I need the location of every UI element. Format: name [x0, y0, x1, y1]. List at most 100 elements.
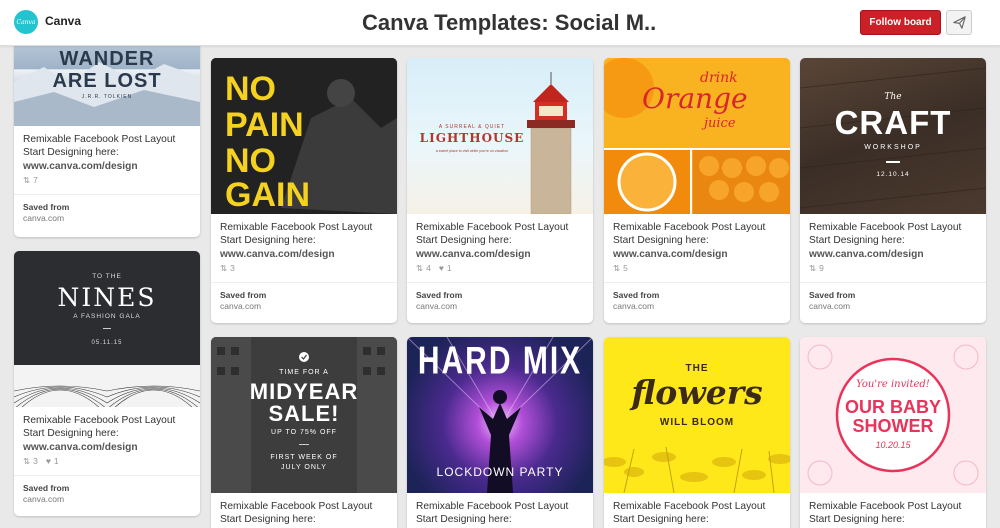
- pin-art-foot: JULY ONLY: [281, 464, 327, 471]
- paper-plane-icon: [952, 16, 966, 29]
- pin-source[interactable]: Saved from canva.com: [407, 281, 593, 321]
- pin-stats: ⇅ 3 ♥ 1: [14, 454, 200, 475]
- pin-description: Remixable Facebook Post Layout Start Des…: [800, 214, 986, 261]
- pin-art-sub: UP TO 75% OFF: [271, 429, 337, 436]
- repin-count: ⇅ 3: [220, 262, 235, 274]
- pin-card[interactable]: HARD MIX LOCKDOWN PARTY Remixable Facebo…: [407, 337, 593, 528]
- pin-art-line: OUR BABY: [844, 397, 941, 417]
- repin-icon: ⇅: [416, 262, 424, 273]
- repin-icon: ⇅: [809, 262, 817, 273]
- repin-count: ⇅ 7: [23, 174, 38, 186]
- saved-from-label: Saved from: [220, 289, 267, 300]
- pin-art-line: PAIN: [225, 106, 304, 144]
- pin-desc-line: Remixable Facebook Post Layout: [416, 501, 569, 512]
- pin-image[interactable]: NO PAIN NO GAIN: [211, 58, 397, 214]
- source-domain[interactable]: canva.com: [23, 213, 191, 224]
- pin-art-sub: A FASHION GALA: [73, 313, 141, 320]
- repin-icon: ⇅: [23, 174, 31, 185]
- pin-art-kicker: TIME FOR A: [279, 369, 329, 376]
- pin-card[interactable]: You're invited! OUR BABY SHOWER 10.20.15…: [800, 337, 986, 528]
- pin-card[interactable]: The CRAFT WORKSHOP 12.10.14 Remixable Fa…: [800, 58, 986, 323]
- pin-source[interactable]: Saved from canva.com: [14, 193, 200, 233]
- pin-art-line: juice: [704, 116, 736, 131]
- pin-image[interactable]: TIME FOR A MIDYEAR SALE! UP TO 75% OFF F…: [211, 337, 397, 493]
- heart-icon: ♥: [438, 263, 444, 274]
- saved-from-label: Saved from: [23, 201, 70, 212]
- pin-desc-line: Remixable Facebook Post Layout: [613, 501, 766, 512]
- pin-art-line: Orange: [642, 82, 748, 115]
- pin-source[interactable]: Saved from canva.com: [211, 281, 397, 321]
- pin-art-line: SALE!: [268, 401, 340, 426]
- source-domain[interactable]: canva.com: [613, 301, 781, 312]
- pin-stats: ⇅ 9: [800, 261, 986, 282]
- pin-desc-link[interactable]: www.canva.com/design: [23, 161, 138, 172]
- pin-desc-link[interactable]: www.canva.com/design: [23, 442, 138, 453]
- pin-image[interactable]: TO THE NINES A FASHION GALA 05.11.15: [14, 251, 200, 407]
- repin-icon: ⇅: [613, 262, 621, 273]
- pin-image[interactable]: HARD MIX LOCKDOWN PARTY: [407, 337, 593, 493]
- pin-image[interactable]: THE flowers WILL BLOOM: [604, 337, 790, 493]
- pin-card[interactable]: TIME FOR A MIDYEAR SALE! UP TO 75% OFF F…: [211, 337, 397, 528]
- pin-desc-line: Remixable Facebook Post Layout: [220, 222, 373, 233]
- source-domain[interactable]: canva.com: [23, 494, 191, 505]
- pin-description: Remixable Facebook Post Layout Start Des…: [407, 493, 593, 527]
- repin-count: ⇅ 5: [613, 262, 628, 274]
- pin-desc-link[interactable]: www.canva.com/design: [613, 249, 728, 260]
- pin-card[interactable]: THE flowers WILL BLOOM Remixable Faceboo…: [604, 337, 790, 528]
- pin-card[interactable]: WANDER ARE LOST J.R.R. TOLKIEN Remixable…: [14, 22, 200, 237]
- pin-desc-line: Start Designing here:: [220, 235, 316, 247]
- pin-art-kicker: The: [884, 92, 902, 102]
- pin-card[interactable]: A SURREAL & QUIET LIGHTHOUSE a sweet pla…: [407, 58, 593, 323]
- pin-desc-link[interactable]: www.canva.com/design: [416, 249, 531, 260]
- pin-description: Remixable Facebook Post Layout Start Des…: [211, 214, 397, 261]
- source-domain[interactable]: canva.com: [416, 301, 584, 312]
- board-title: Canva Templates: Social M..: [362, 10, 657, 35]
- pin-art-line: GAIN: [225, 176, 310, 214]
- pin-source[interactable]: Saved from canva.com: [800, 281, 986, 321]
- source-domain[interactable]: canva.com: [809, 301, 977, 312]
- pin-desc-line: Remixable Facebook Post Layout: [220, 501, 373, 512]
- pin-stats: ⇅ 4 ♥ 1: [407, 261, 593, 282]
- pin-desc-link[interactable]: www.canva.com/design: [220, 249, 335, 260]
- pin-art-date: 05.11.15: [91, 340, 123, 346]
- source-domain[interactable]: canva.com: [220, 301, 388, 312]
- pin-desc-line: Remixable Facebook Post Layout: [613, 222, 766, 233]
- pin-art-kicker: A SURREAL & QUIET: [438, 124, 506, 130]
- pin-source[interactable]: Saved from canva.com: [14, 474, 200, 514]
- follow-board-button[interactable]: Follow board: [860, 10, 941, 35]
- pin-desc-link[interactable]: www.canva.com/design: [809, 249, 924, 260]
- pin-desc-line: Start Designing here:: [416, 235, 512, 247]
- repin-count: ⇅ 4: [416, 262, 431, 274]
- pin-description: Remixable Facebook Post Layout Start Des…: [211, 493, 397, 527]
- pin-description: Remixable Facebook Post Layout Start Des…: [14, 407, 200, 454]
- pin-art-line: SHOWER: [852, 416, 934, 436]
- pin-desc-line: Start Designing here:: [809, 235, 905, 247]
- send-button[interactable]: [946, 10, 972, 35]
- pin-desc-line: Start Designing here:: [613, 514, 709, 526]
- pin-card[interactable]: NO PAIN NO GAIN Remixable Facebook Post …: [211, 58, 397, 323]
- pin-art-headline: CRAFT: [834, 104, 952, 141]
- pin-art-line: NO: [225, 142, 276, 180]
- saved-from-label: Saved from: [23, 482, 70, 493]
- pin-art-sub: WILL BLOOM: [659, 417, 735, 428]
- pin-card[interactable]: TO THE NINES A FASHION GALA 05.11.15 Rem…: [14, 251, 200, 516]
- pin-image[interactable]: You're invited! OUR BABY SHOWER 10.20.15: [800, 337, 986, 493]
- canva-logo[interactable]: Canva: [14, 10, 38, 34]
- pin-art-tag: a sweet place to visit while you're on v…: [435, 149, 509, 153]
- pin-art-date: 10.20.15: [875, 440, 911, 450]
- pin-description: Remixable Facebook Post Layout Start Des…: [604, 493, 790, 527]
- pin-art-line1: WANDER: [59, 48, 155, 70]
- like-count: ♥ 1: [45, 456, 59, 467]
- saved-from-label: Saved from: [809, 289, 856, 300]
- pin-desc-line: Start Designing here:: [809, 514, 905, 526]
- pin-image[interactable]: drink Orange juice: [604, 58, 790, 214]
- pin-desc-line: Start Designing here:: [23, 147, 119, 159]
- pin-description: Remixable Facebook Post Layout Start Des…: [604, 214, 790, 261]
- pin-image[interactable]: A SURREAL & QUIET LIGHTHOUSE a sweet pla…: [407, 58, 593, 214]
- board-owner-name[interactable]: Canva: [45, 14, 81, 28]
- pin-card[interactable]: drink Orange juice Remixable Facebook Po…: [604, 58, 790, 323]
- pin-stats: ⇅ 7: [14, 173, 200, 194]
- pin-image[interactable]: The CRAFT WORKSHOP 12.10.14: [800, 58, 986, 214]
- pin-desc-line: Start Designing here:: [416, 514, 512, 526]
- pin-source[interactable]: Saved from canva.com: [604, 281, 790, 321]
